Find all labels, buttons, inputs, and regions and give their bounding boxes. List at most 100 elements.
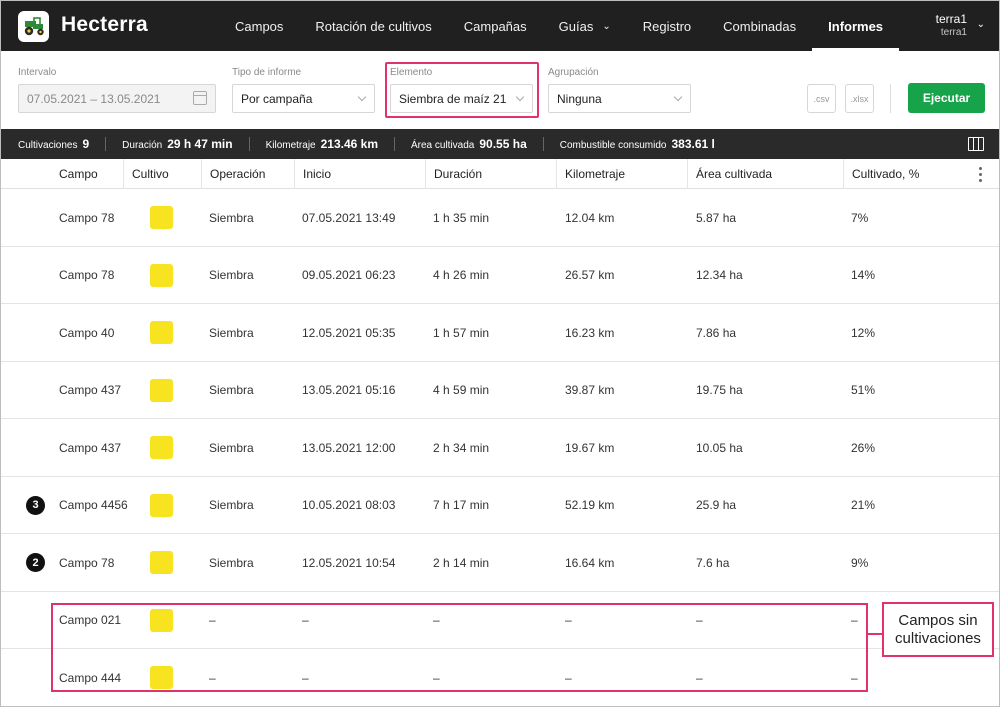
summary-bar: Cultivaciones 9 Duración 29 h 47 min Kil… bbox=[1, 129, 999, 159]
cell-crop bbox=[150, 189, 173, 246]
nav-registro[interactable]: Registro bbox=[627, 1, 707, 51]
summary-divider bbox=[248, 137, 250, 151]
cell-percent: 14% bbox=[851, 268, 876, 282]
column-header-operacion[interactable]: Operación bbox=[201, 159, 295, 189]
nav-campos[interactable]: Campos bbox=[219, 1, 299, 51]
table-row[interactable]: Campo 437 Siembra 13.05.2021 05:16 4 h 59 m… bbox=[1, 362, 999, 419]
cell-operation: Siembra bbox=[209, 268, 254, 282]
row-count-badge: 3 bbox=[26, 495, 45, 515]
calendar-icon[interactable] bbox=[193, 91, 207, 105]
interval-value: 07.05.2021 – 13.05.2021 bbox=[27, 91, 161, 106]
interval-input[interactable]: 07.05.2021 – 13.05.2021 bbox=[18, 84, 216, 113]
cell-field: Campo 437 bbox=[59, 440, 122, 455]
map-icon[interactable] bbox=[968, 137, 984, 151]
column-header-duracion[interactable]: Duración bbox=[425, 159, 557, 189]
cell-operation: Siembra bbox=[209, 440, 254, 455]
cell-area: 25.9 ha bbox=[696, 498, 737, 512]
table-header: Campo Cultivo Operación Inicio Duración … bbox=[1, 159, 999, 189]
report-type-select[interactable]: Por campaña bbox=[232, 84, 375, 113]
chevron-down-icon bbox=[357, 92, 367, 102]
summary-divider bbox=[542, 137, 544, 151]
nav-rotacion-de-cultivos[interactable]: Rotación de cultivos bbox=[299, 1, 447, 51]
app-title: Hecterra bbox=[61, 13, 148, 36]
cell-crop bbox=[150, 362, 173, 419]
nav-rotacion-label: Rotación de cultivos bbox=[315, 18, 432, 34]
table-row[interactable]: 2 Campo 78 Siembra 12.05.2021 10:54 2 h 14 m… bbox=[1, 534, 999, 592]
header-label: Kilometraje bbox=[565, 167, 626, 181]
nav-campanas[interactable]: Campañas bbox=[448, 1, 543, 51]
grouping-select[interactable]: Ninguna bbox=[548, 84, 691, 113]
nav-combinadas[interactable]: Combinadas bbox=[707, 1, 812, 51]
cell-start: 12.05.2021 10:54 bbox=[302, 555, 396, 570]
nav-informes-label: Informes bbox=[828, 18, 884, 34]
column-header-cultivado-pct[interactable]: Cultivado, % bbox=[843, 159, 999, 189]
user-menu-chevron-icon[interactable]: ⌄ bbox=[977, 19, 985, 30]
column-header-campo[interactable]: Campo bbox=[51, 159, 124, 189]
column-header-inicio[interactable]: Inicio bbox=[294, 159, 426, 189]
cell-field: Campo 437 bbox=[59, 383, 122, 397]
nav-informes[interactable]: Informes bbox=[812, 1, 900, 51]
cell-field: Campo 40 bbox=[59, 325, 115, 340]
cell-operation: Siembra bbox=[209, 498, 254, 512]
column-header-kilometraje[interactable]: Kilometraje bbox=[556, 159, 688, 189]
tractor-logo-icon[interactable] bbox=[18, 11, 49, 42]
cell-duration: 4 h 59 min bbox=[433, 383, 490, 397]
run-report-button[interactable]: Ejecutar bbox=[908, 83, 985, 113]
table-row[interactable]: Campo 40 Siembra 12.05.2021 05:35 1 h 57 mi… bbox=[1, 304, 999, 362]
chevron-down-icon: ⌄ bbox=[602, 20, 611, 32]
summary-fuel-value: 383.61 l bbox=[671, 137, 715, 151]
export-xlsx-button[interactable]: .xlsx bbox=[845, 84, 874, 113]
cell-operation: Siembra bbox=[209, 555, 254, 570]
crop-color-swatch bbox=[150, 551, 173, 574]
crop-color-swatch bbox=[150, 206, 173, 229]
column-header-cultivo[interactable]: Cultivo bbox=[123, 159, 202, 189]
nav-campos-label: Campos bbox=[235, 18, 284, 34]
column-options-icon[interactable] bbox=[979, 167, 983, 182]
header-label: Inicio bbox=[303, 167, 332, 181]
cell-field: Campo 78 bbox=[59, 210, 115, 225]
summary-area: Área cultivada 90.55 ha bbox=[411, 137, 527, 151]
user-name: terra1 bbox=[935, 12, 967, 26]
cell-mileage: 16.23 km bbox=[565, 325, 615, 340]
export-csv-button[interactable]: .csv bbox=[807, 84, 836, 113]
row-count-badge: 2 bbox=[26, 553, 45, 572]
cell-mileage: 12.04 km bbox=[565, 210, 615, 225]
cell-area: 19.75 ha bbox=[696, 383, 743, 397]
summary-mileage: Kilometraje 213.46 km bbox=[266, 137, 378, 151]
summary-fuel-label: Combustible consumido bbox=[559, 140, 667, 151]
summary-mileage-value: 213.46 km bbox=[320, 137, 378, 151]
cell-duration: 7 h 17 min bbox=[433, 498, 490, 512]
chevron-down-icon bbox=[673, 92, 683, 102]
table-row[interactable]: Campo 78 Siembra 09.05.2021 06:23 4 h 26 mi… bbox=[1, 247, 999, 304]
grouping-value: Ninguna bbox=[557, 91, 602, 106]
annotation-connector bbox=[868, 633, 882, 635]
summary-cultivations-value: 9 bbox=[82, 137, 90, 151]
cell-operation: Siembra bbox=[209, 210, 254, 225]
table-row[interactable]: Campo 78 Siembra 07.05.2021 13:49 1 h 35 mi… bbox=[1, 189, 999, 247]
cell-start: 07.05.2021 13:49 bbox=[302, 210, 396, 225]
table-row[interactable]: 3 Campo 4456 Siembra 10.05.2021 08:03 7 h 17… bbox=[1, 477, 999, 534]
column-header-area-cultivada[interactable]: Área cultivada bbox=[687, 159, 844, 189]
summary-duration-value: 29 h 47 min bbox=[167, 137, 233, 151]
table-row[interactable]: Campo 437 Siembra 13.05.2021 12:00 2 h 34 m… bbox=[1, 419, 999, 477]
summary-divider bbox=[105, 137, 107, 151]
cell-field: Campo 78 bbox=[59, 555, 115, 570]
cell-mileage: 19.67 km bbox=[565, 440, 615, 455]
interval-filter: Intervalo 07.05.2021 – 13.05.2021 bbox=[18, 67, 216, 113]
summary-mileage-label: Kilometraje bbox=[265, 140, 316, 151]
cell-crop bbox=[150, 534, 173, 591]
cell-operation: Siembra bbox=[209, 383, 254, 397]
annotation-highlight-frame bbox=[51, 603, 868, 692]
cell-operation: Siembra bbox=[209, 325, 254, 340]
cell-duration: 1 h 35 min bbox=[433, 210, 490, 225]
cell-mileage: 26.57 km bbox=[565, 268, 615, 282]
cell-percent: 9% bbox=[851, 555, 869, 570]
cell-percent: 7% bbox=[851, 210, 869, 225]
cell-area: 10.05 ha bbox=[696, 440, 743, 455]
cell-field: Campo 4456 bbox=[59, 498, 128, 512]
crop-color-swatch bbox=[150, 378, 173, 402]
cell-duration: 2 h 14 min bbox=[433, 555, 490, 570]
user-menu[interactable]: terra1 terra1 bbox=[936, 12, 967, 38]
main-nav: Campos Rotación de cultivos Campañas Guí… bbox=[219, 1, 900, 51]
nav-guias[interactable]: Guías ⌄ bbox=[543, 1, 627, 51]
